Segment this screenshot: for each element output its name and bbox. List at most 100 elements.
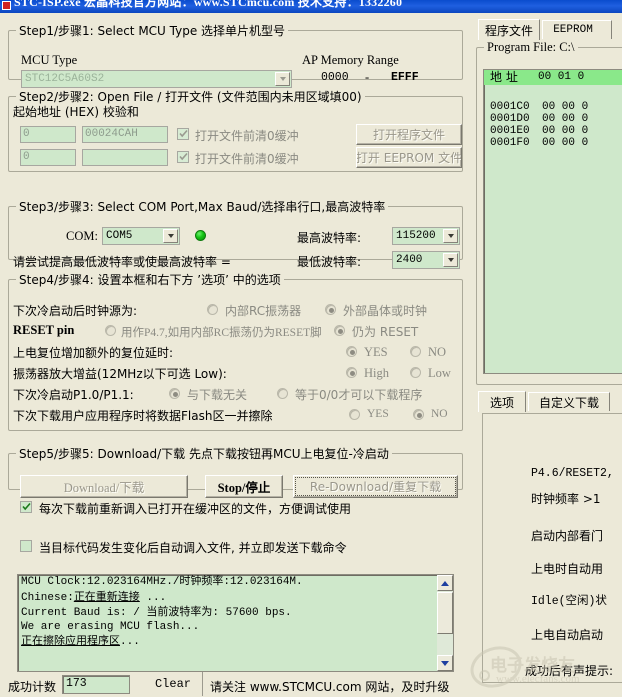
mcu-type-select[interactable]: STC12C5A60S2 — [21, 70, 292, 88]
start-address-label: 起始地址 (HEX) 校验和 — [13, 105, 139, 119]
scroll-up-button[interactable] — [437, 575, 453, 591]
step4-radio-0-2[interactable] — [325, 304, 336, 315]
chevron-down-icon[interactable] — [443, 229, 458, 243]
scrollbar-thumb[interactable] — [437, 592, 453, 634]
program-file-path-legend: Program File: C:\ — [487, 40, 575, 54]
connection-status-led — [195, 230, 206, 241]
com-port-select[interactable]: COM5 — [102, 227, 180, 245]
reload-before-download-checkbox[interactable] — [20, 501, 32, 513]
status-notice: 请关注 www.STCMCU.com 网站，及时升级 — [210, 680, 450, 694]
ap-end-address: EFFF — [391, 71, 419, 84]
chevron-down-icon[interactable] — [275, 72, 290, 86]
step4-row-label-1: RESET pin — [13, 323, 75, 337]
program-start-address-input[interactable]: 0 — [20, 126, 76, 143]
hex-row-address: 0001F0 — [490, 137, 530, 149]
check-mark-icon — [22, 502, 31, 511]
step4-radio-label-3-2: Low — [428, 366, 451, 380]
step4-row-label-3: 振荡器放大增益(12MHz以下可选 Low): — [13, 367, 227, 381]
step4-radio-4-1[interactable] — [169, 388, 180, 399]
group-step3: Step3/步骤3: Select COM Port,Max Baud/选择串行… — [8, 198, 463, 269]
clear-buffer-checkbox-1[interactable] — [177, 128, 189, 140]
tab-options[interactable]: 选项 — [478, 391, 526, 412]
clear-buffer-checkbox-2[interactable] — [177, 151, 189, 163]
ap-start-address: 0000 — [321, 71, 349, 84]
step4-radio-4-2[interactable] — [277, 388, 288, 399]
radio-dot-icon — [338, 329, 343, 334]
chevron-down-icon[interactable] — [163, 229, 178, 243]
chevron-down-icon[interactable] — [443, 253, 458, 267]
hex-address-header: 地 址 — [490, 70, 518, 84]
tab-program-file-label: 程序文件 — [484, 23, 533, 38]
tab-options-label: 选项 — [489, 395, 514, 410]
step4-radio-1-2[interactable] — [334, 325, 345, 336]
stop-button[interactable]: Stop/停止 — [205, 475, 283, 498]
step4-radio-label-2-2: NO — [428, 345, 447, 359]
ap-range-dash: - — [365, 70, 370, 84]
step4-row-label-2: 上电复位增加额外的复位延时: — [13, 346, 174, 360]
min-baud-select[interactable]: 2400 — [392, 251, 460, 269]
step4-radio-label-4-1: 与下载无关 — [187, 388, 248, 402]
hex-row-data: 00 00 0 — [542, 137, 589, 149]
right-column: 程序文件 EEPROM Program File: C:\ 地 址 00 01 … — [465, 13, 622, 697]
mcu-type-label: MCU Type — [21, 53, 78, 67]
log-scrollbar[interactable] — [437, 575, 453, 671]
left-column: Step1/步骤1: Select MCU Type 选择单片机型号 MCU T… — [0, 13, 472, 697]
max-baud-value: 115200 — [396, 230, 436, 242]
open-program-file-label: 打开程序文件 — [372, 128, 445, 142]
reload-before-download-label: 每次下载前重新调入已打开在缓冲区的文件，方便调试使用 — [39, 502, 352, 516]
max-baud-select[interactable]: 115200 — [392, 227, 460, 245]
group-step2: Step2/步骤2: Open File / 打开文件 (文件范围内未用区域填0… — [8, 88, 463, 172]
hex-viewer[interactable]: 地 址 00 01 0 0001C0 00 00 0 0001D0 00 00 … — [483, 69, 622, 374]
mcu-type-value: STC12C5A60S2 — [25, 73, 105, 85]
status-separator — [202, 672, 203, 696]
radio-dot-icon — [417, 413, 422, 418]
open-eeprom-file-button[interactable]: 打开 EEPROM 文件 — [356, 147, 462, 168]
step4-radio-5-2[interactable] — [413, 409, 424, 420]
group-step4: Step4/步骤4: 设置本框和右下方 ’选项’ 中的选项 下次冷启动后时钟源为… — [8, 271, 463, 431]
step4-row-label-5: 下次下载用户应用程序时将数据Flash区一并擦除 — [13, 409, 273, 423]
eeprom-start-address-input[interactable]: 0 — [20, 149, 76, 166]
tab-eeprom-label: EEPROM — [553, 24, 593, 36]
step4-radio-0-1[interactable] — [207, 304, 218, 315]
step4-radio-2-2[interactable] — [410, 346, 421, 357]
step4-radio-2-1[interactable] — [346, 346, 357, 357]
open-program-file-button[interactable]: 打开程序文件 — [356, 124, 462, 145]
stop-button-label: Stop/停止 — [217, 481, 271, 495]
min-baud-value: 2400 — [396, 254, 423, 266]
step4-radio-label-0-1: 内部RC振荡器 — [225, 304, 302, 318]
window-titlebar: STC-ISP.exe 宏晶科技官方网站：www.STCmcu.com 技术支持… — [0, 0, 622, 13]
radio-dot-icon — [350, 350, 355, 355]
max-baud-label: 最高波特率: — [297, 231, 362, 245]
step4-radio-3-2[interactable] — [410, 367, 421, 378]
tab-custom-download-label: 自定义下载 — [538, 395, 599, 410]
step4-radio-label-0-2: 外部晶体或时钟 — [343, 304, 428, 318]
auto-reload-on-change-checkbox[interactable] — [20, 540, 32, 552]
clear-button[interactable]: Clear — [148, 674, 198, 694]
tab-custom-download[interactable]: 自定义下载 — [528, 392, 610, 411]
clear-buffer-label-2: 打开文件前清0缓冲 — [195, 152, 299, 166]
step4-radio-5-1[interactable] — [349, 409, 360, 420]
step4-radio-3-1[interactable] — [346, 367, 357, 378]
tab-eeprom[interactable]: EEPROM — [542, 20, 612, 39]
log-line: We are erasing MCU flash... — [21, 620, 200, 633]
hex-row-address: 0001C0 — [490, 101, 530, 113]
group-step1-legend: Step1/步骤1: Select MCU Type 选择单片机型号 — [19, 24, 286, 38]
scroll-down-button[interactable] — [437, 655, 453, 671]
log-line: 正在擦除应用程序区... — [21, 634, 140, 648]
log-line: Chinese:正在重新连接 ... — [21, 589, 167, 604]
step4-radio-1-1[interactable] — [105, 325, 116, 336]
open-eeprom-file-label: 打开 EEPROM 文件 — [356, 151, 462, 165]
ap-memory-range-label: AP Memory Range — [302, 53, 399, 67]
log-output[interactable]: MCU Clock:12.023164MHz./时钟频率:12.023164M.… — [17, 574, 454, 672]
hex-header: 地 址 00 01 0 — [484, 70, 622, 85]
group-step5-legend: Step5/步骤5: Download/下载 先点下载按钮再MCU上电复位-冷启… — [19, 447, 389, 461]
download-button[interactable]: Download/下载 — [20, 475, 188, 498]
stc-isp-window: STC-ISP.exe 宏晶科技官方网站：www.STCmcu.com 技术支持… — [0, 0, 622, 697]
radio-dot-icon — [350, 371, 355, 376]
radio-dot-icon — [329, 308, 334, 313]
group-step5: Step5/步骤5: Download/下载 先点下载按钮再MCU上电复位-冷启… — [8, 445, 463, 498]
re-download-button[interactable]: Re-Download/重复下载 — [293, 475, 458, 498]
tab-program-file[interactable]: 程序文件 — [478, 19, 540, 40]
hex-row-data: 00 00 0 — [542, 113, 589, 125]
option-item-4-text: Idle(空闲)状 — [531, 595, 607, 608]
